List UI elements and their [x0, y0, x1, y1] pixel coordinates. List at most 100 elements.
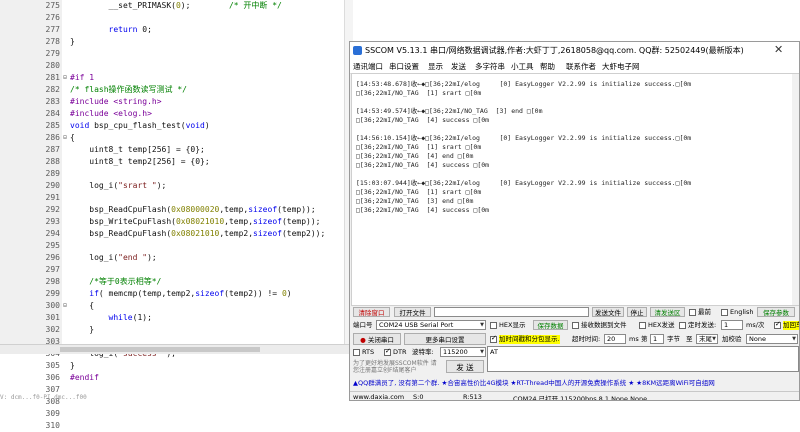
menu-comm-port[interactable]: 通讯端口: [353, 61, 383, 72]
rts-checkbox[interactable]: [353, 349, 360, 356]
menu-serial-settings[interactable]: 串口设置: [389, 61, 419, 72]
line-number: 283: [45, 97, 60, 106]
receive-line: □[36;22mI/NO_TAG [4] success □[0m: [356, 161, 490, 169]
close-port-button[interactable]: ● 关闭串口: [353, 333, 401, 345]
clear-send-area-button[interactable]: 清发送区: [650, 307, 685, 317]
checksum-label: 加校验: [722, 335, 742, 343]
receive-line: □[36;22mI/NO_TAG [1] srart □[0m: [356, 143, 482, 151]
receive-line: [14:56:10.154]收←◆□[36;22mI/elog [0] Easy…: [356, 134, 692, 142]
line-number: 310: [45, 421, 60, 430]
interval-input[interactable]: 1: [721, 320, 743, 330]
menu-tools[interactable]: 小工具: [511, 61, 534, 72]
code-line: 298 /*等于0表示相等*/: [0, 276, 345, 288]
timed-send-label: 定时发送:: [688, 321, 717, 329]
checksum-select[interactable]: None ▼: [746, 334, 798, 344]
code-text: __set_PRIMASK(0); /* 开中断 */: [70, 0, 282, 12]
code-line: 290 log_i("srart ");: [0, 180, 345, 192]
code-line: 302 }: [0, 324, 345, 336]
save-data-button[interactable]: 保存数据: [533, 320, 568, 330]
menu-daxia-site[interactable]: 大虾电子网: [602, 61, 640, 72]
recv-to-file-checkbox[interactable]: [572, 322, 579, 329]
stop-button[interactable]: 停止: [627, 307, 647, 317]
receive-line: □[36;22mI/NO_TAG [3] end □[0m: [356, 197, 474, 205]
register-promo[interactable]: 为了更好地发展SSCOM软件 请您注册嘉立创F结尾客户: [353, 360, 441, 374]
code-line: 295: [0, 240, 345, 252]
interval-unit: ms/次: [746, 321, 765, 329]
close-icon[interactable]: ✕: [774, 43, 783, 56]
end-select[interactable]: 末尾 ▼: [696, 334, 718, 344]
to-label: 至: [686, 335, 693, 343]
receive-scrollbar[interactable]: [792, 74, 799, 305]
ad-ticker[interactable]: ▲QQ群满员了, 没有第二个群. ★合宙高性价比4G模块 ★RT-Thread中…: [353, 379, 715, 388]
code-token: (temp));: [277, 205, 316, 214]
code-line: 284 #include <elog.h>: [0, 108, 345, 120]
close-port-label: 关闭串口: [367, 336, 394, 344]
byte-index-input[interactable]: 1: [650, 334, 664, 344]
code-token: {: [70, 133, 75, 142]
code-token: bsp_WriteCpuFlash(: [70, 217, 176, 226]
receive-line: □[36;22mI/NO_TAG [4] success □[0m: [356, 116, 490, 124]
port-select[interactable]: COM24 USB Serial Port ▼: [376, 320, 486, 330]
fold-toggle-icon[interactable]: ⊟: [62, 74, 68, 81]
code-line: 275 __set_PRIMASK(0); /* 开中断 */: [0, 0, 345, 12]
save-params-button[interactable]: 保存参数: [757, 307, 795, 317]
title-bar[interactable]: SSCOM V5.13.1 串口/网络数据调试器,作者:大虾丁丁,2618058…: [350, 42, 799, 59]
open-file-button[interactable]: 打开文件: [394, 307, 431, 317]
topmost-checkbox[interactable]: [689, 309, 696, 316]
timeout-input[interactable]: 20: [604, 334, 626, 344]
more-serial-settings-button[interactable]: 更多串口设置: [404, 333, 486, 345]
line-number: 293: [45, 217, 60, 226]
editor-horizontal-scrollbar[interactable]: [0, 344, 352, 354]
hex-display-checkbox[interactable]: [490, 322, 497, 329]
dtr-label: DTR: [393, 348, 407, 356]
code-line: 306 #endif: [0, 372, 345, 384]
line-number: 287: [45, 145, 60, 154]
code-token: ): [286, 289, 292, 298]
code-line: 294 bsp_ReadCpuFlash(0x08021010,temp2,si…: [0, 228, 345, 240]
hex-send-checkbox[interactable]: [639, 322, 646, 329]
chevron-down-icon: ▼: [480, 322, 484, 328]
editor-scroll-thumb[interactable]: [60, 347, 260, 352]
menu-contact-author[interactable]: 联系作者: [566, 61, 596, 72]
send-file-button[interactable]: 发送文件: [592, 307, 624, 317]
topmost-label: 最前: [698, 308, 711, 316]
code-token: log_i(: [70, 181, 119, 190]
code-line: 279: [0, 48, 345, 60]
code-token: {: [70, 301, 95, 310]
timestamp-label: 加时间戳和分包显示.: [499, 335, 560, 344]
code-token: 0;: [137, 25, 152, 34]
code-text: #endif: [70, 372, 99, 384]
timed-send-checkbox[interactable]: [679, 322, 686, 329]
english-checkbox[interactable]: [721, 309, 728, 316]
baud-select[interactable]: 115200 ▼: [440, 347, 486, 357]
add-enter-checkbox[interactable]: [774, 320, 781, 329]
chevron-down-icon: ▼: [480, 349, 484, 355]
menu-multi-string[interactable]: 多字符串: [475, 61, 505, 72]
status-site[interactable]: www.daxia.com: [353, 393, 404, 400]
english-label: English: [730, 308, 754, 316]
dtr-checkbox[interactable]: [384, 347, 391, 356]
toolbar-row-2: 端口号 COM24 USB Serial Port ▼ HEX显示 保存数据 接…: [350, 320, 799, 332]
file-path-field[interactable]: [434, 307, 589, 317]
code-text: }: [70, 360, 75, 372]
menu-send[interactable]: 发送: [451, 61, 466, 72]
code-token: }: [70, 37, 75, 46]
code-token: #include <elog.h>: [70, 109, 152, 118]
code-line: 301 while(1);: [0, 312, 345, 324]
line-number: 279: [45, 49, 60, 58]
menu-display[interactable]: 显示: [428, 61, 443, 72]
timestamp-checkbox[interactable]: [490, 334, 497, 343]
line-number: 301: [45, 313, 60, 322]
line-number: 277: [45, 25, 60, 34]
line-number: 306: [45, 373, 60, 382]
code-token: uint8_t temp2[256] = {0};: [70, 157, 210, 166]
fold-toggle-icon[interactable]: ⊟: [62, 134, 68, 141]
send-button[interactable]: 发 送: [446, 360, 484, 373]
receive-line: □[36;22mI/NO_TAG [1] srart □[0m: [356, 188, 482, 196]
menu-help[interactable]: 帮助: [540, 61, 555, 72]
sscom-window[interactable]: SSCOM V5.13.1 串口/网络数据调试器,作者:大虾丁丁,2618058…: [349, 41, 800, 401]
clear-window-button[interactable]: 清除窗口: [353, 307, 390, 317]
fold-toggle-icon[interactable]: ⊟: [62, 302, 68, 309]
code-line: 285 void bsp_cpu_flash_test(void): [0, 120, 345, 132]
receive-area[interactable]: [14:53:48.678]收←◆□[36;22mI/elog [0] Easy…: [351, 73, 799, 306]
